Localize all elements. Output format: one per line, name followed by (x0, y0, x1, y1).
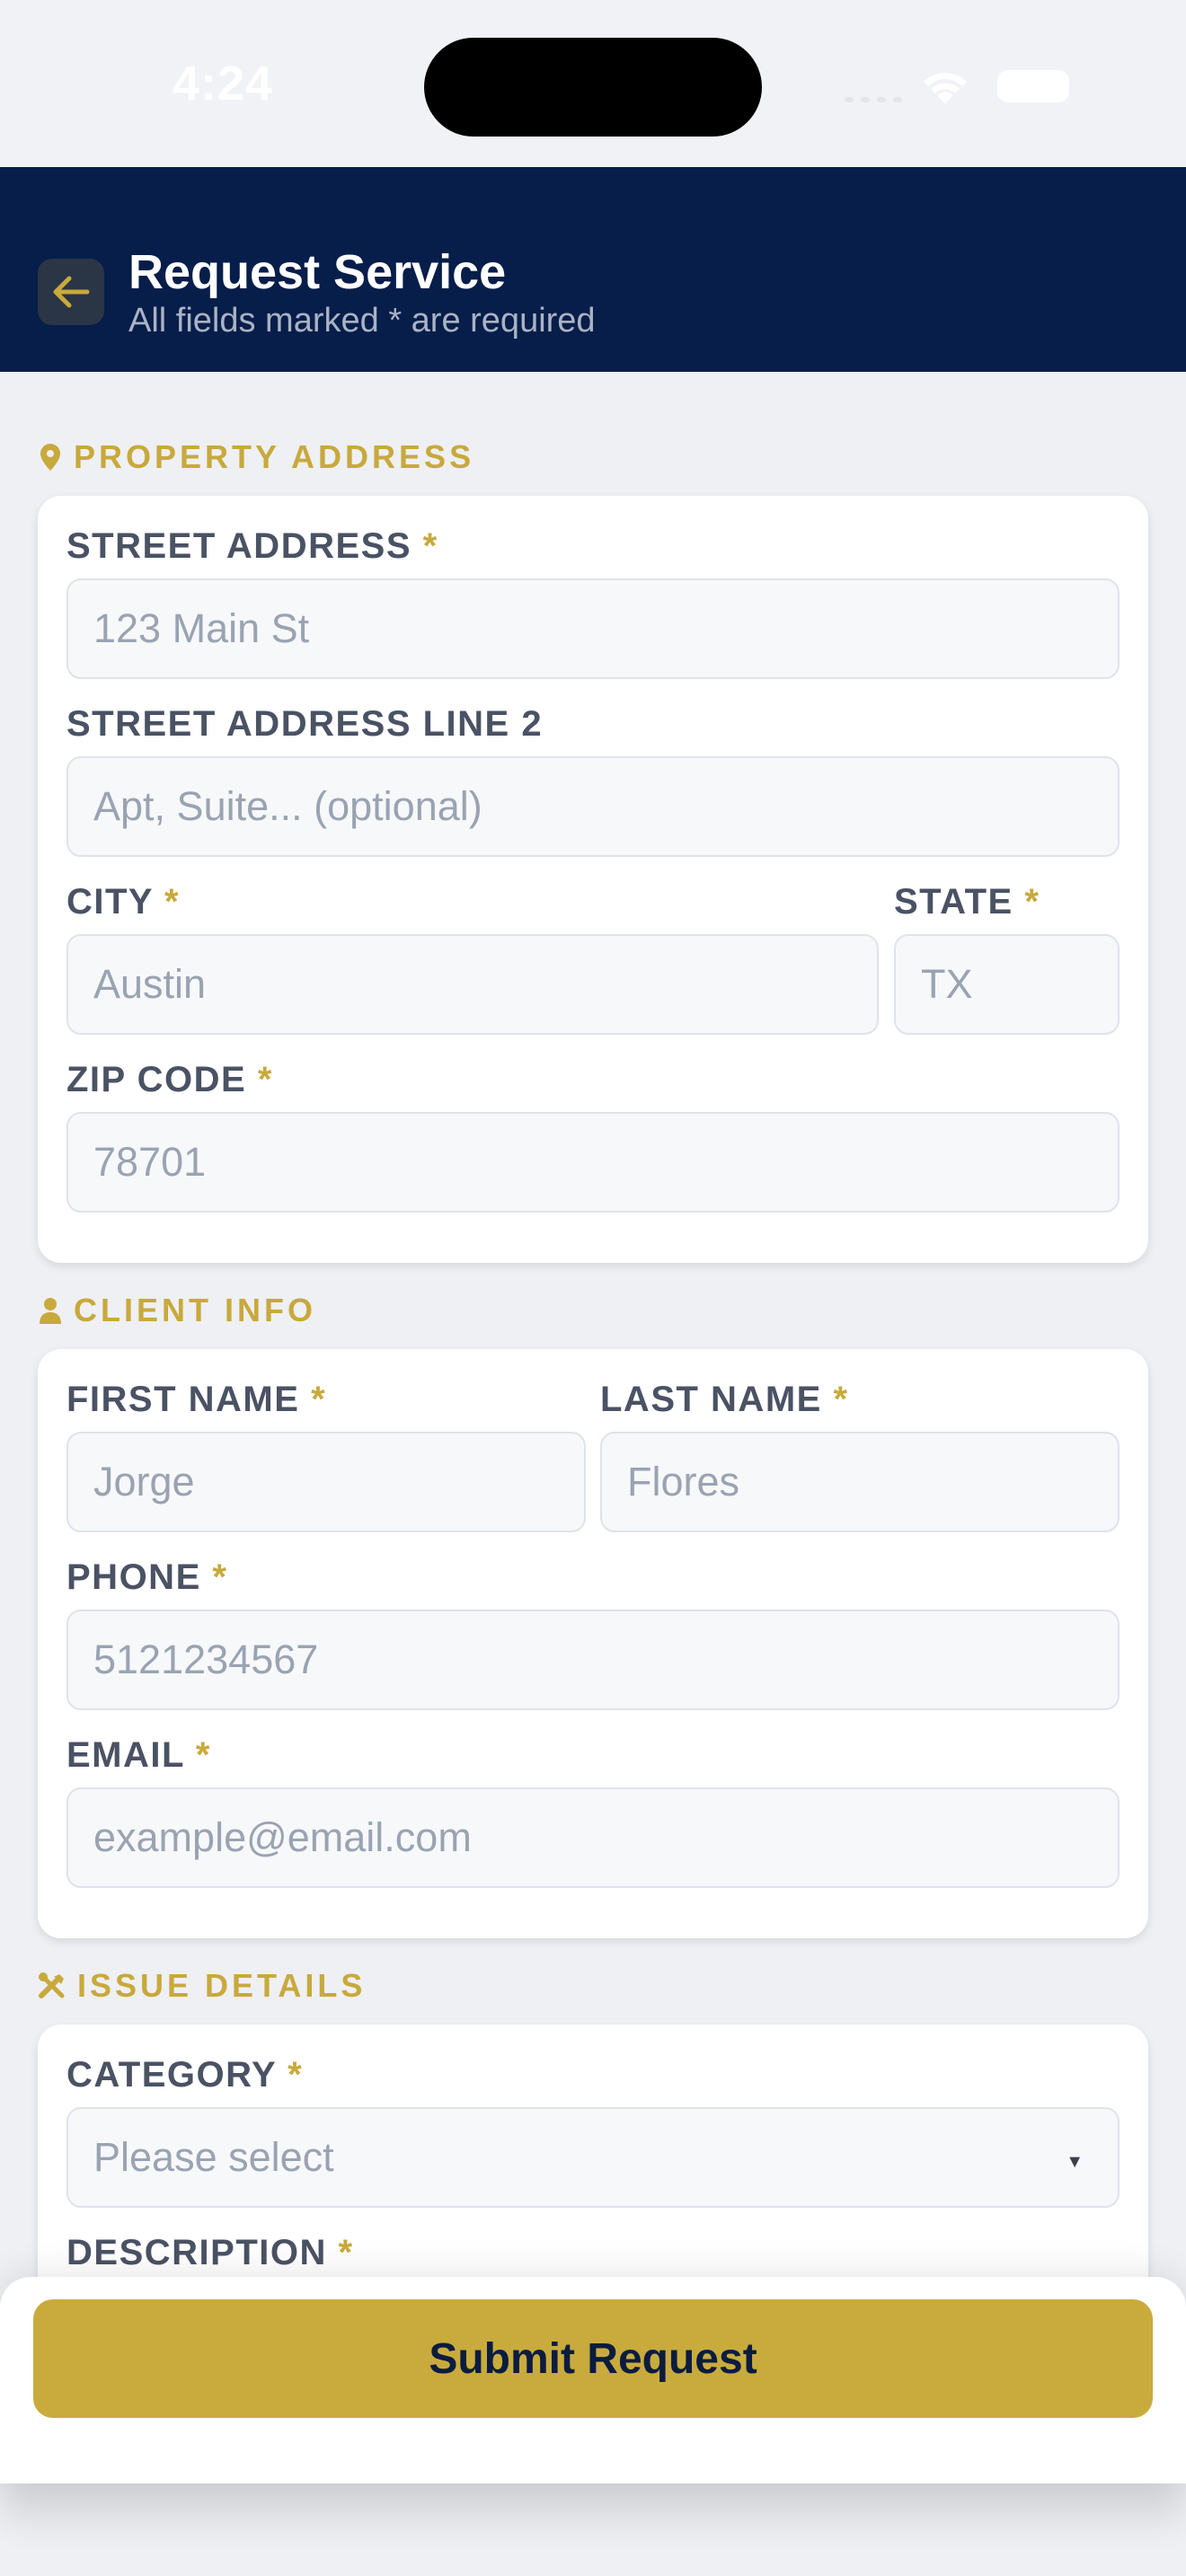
category-label: CATEGORY * (66, 2055, 304, 2095)
status-time: 4:24 (173, 57, 274, 110)
chevron-down-icon: ▼ (1066, 2152, 1084, 2172)
state-label: STATE * (894, 882, 1040, 922)
street-address-2-input[interactable] (66, 756, 1120, 857)
property-address-card: STREET ADDRESS * STREET ADDRESS LINE 2 C… (38, 496, 1148, 1263)
arrow-left-icon (53, 276, 90, 308)
city-label: CITY * (66, 882, 181, 922)
description-label: DESCRIPTION * (66, 2233, 354, 2272)
section-label-issue: ISSUE DETAILS (38, 1967, 366, 2005)
section-title: ISSUE DETAILS (77, 1967, 367, 2004)
battery-icon (997, 70, 1069, 102)
category-selected-value: Please select (93, 2134, 334, 2180)
section-title: PROPERTY ADDRESS (74, 438, 475, 475)
phone-input[interactable] (66, 1610, 1120, 1710)
email-label: EMAIL * (66, 1735, 211, 1775)
city-input[interactable] (66, 934, 879, 1035)
first-name-label: FIRST NAME * (66, 1380, 327, 1419)
email-input[interactable] (66, 1787, 1120, 1888)
state-input[interactable] (894, 934, 1120, 1035)
submit-request-button[interactable]: Submit Request (33, 2299, 1153, 2418)
client-info-card: FIRST NAME * LAST NAME * PHONE * EMAIL * (38, 1349, 1148, 1938)
section-label-property: PROPERTY ADDRESS (38, 438, 474, 476)
map-pin-icon (40, 444, 60, 471)
zip-code-label: ZIP CODE * (66, 1060, 273, 1099)
street-address-input[interactable] (66, 578, 1120, 679)
section-title: CLIENT INFO (74, 1292, 316, 1328)
back-button[interactable] (38, 259, 104, 325)
last-name-input[interactable] (600, 1432, 1120, 1532)
section-label-client: CLIENT INFO (38, 1292, 316, 1329)
tools-icon (39, 1972, 65, 1998)
category-select[interactable]: Please select ▼ (66, 2107, 1120, 2208)
wifi-icon (924, 73, 967, 104)
page-subtitle: All fields marked * are required (128, 302, 596, 340)
street-address-label: STREET ADDRESS * (66, 526, 438, 566)
first-name-input[interactable] (66, 1432, 586, 1532)
phone-label: PHONE * (66, 1557, 228, 1597)
submit-bar: Submit Request (0, 2277, 1186, 2483)
cellular-signal-icon (845, 97, 902, 102)
user-icon (40, 1298, 61, 1324)
status-bar: 4:24 (0, 0, 1186, 167)
last-name-label: LAST NAME * (600, 1380, 849, 1419)
dynamic-island (424, 38, 762, 137)
page-title: Request Service (128, 245, 507, 299)
street-address-2-label: STREET ADDRESS LINE 2 (66, 704, 544, 744)
zip-code-input[interactable] (66, 1112, 1120, 1213)
app-header: Request Service All fields marked * are … (0, 167, 1186, 372)
